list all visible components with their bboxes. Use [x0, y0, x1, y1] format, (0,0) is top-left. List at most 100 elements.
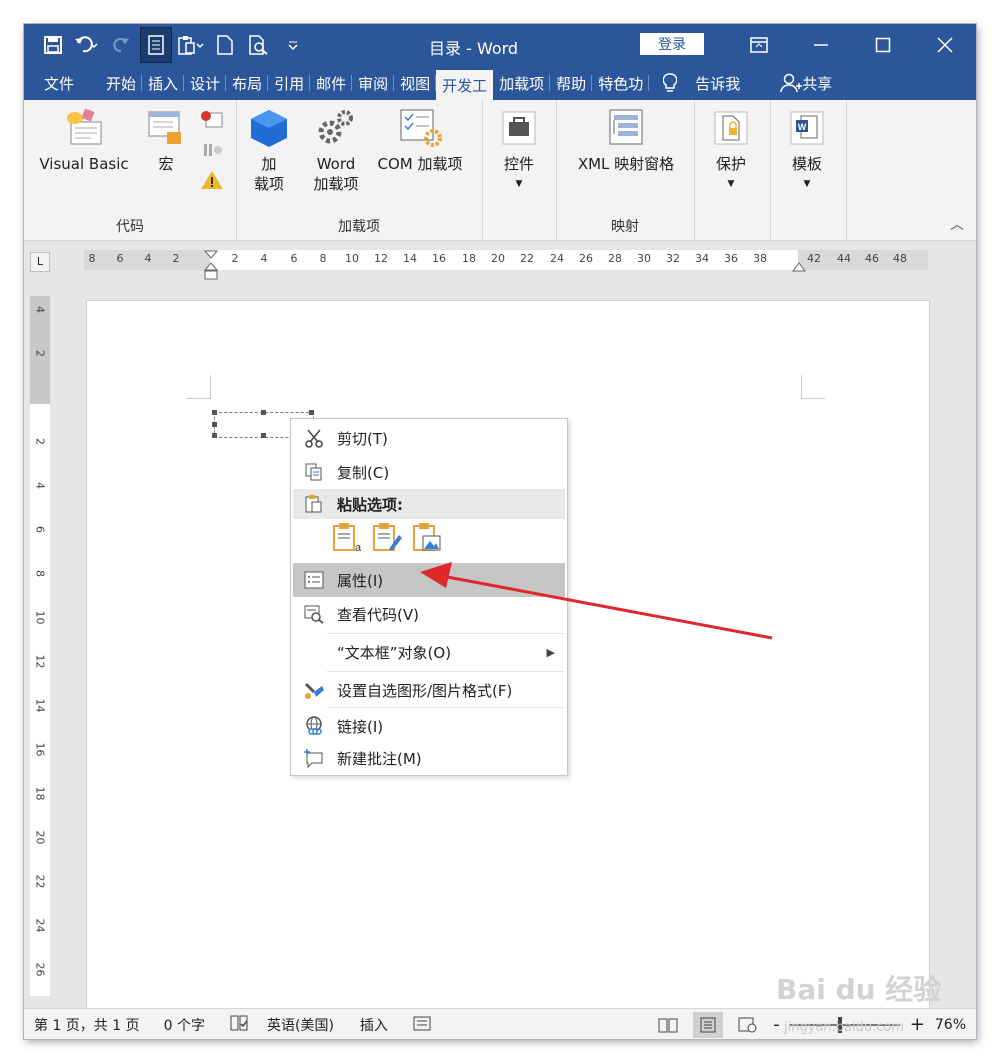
resize-handle[interactable] — [309, 410, 314, 415]
group-mapping: XML 映射窗格 映射 — [556, 100, 695, 240]
page-count[interactable]: 第 1 页，共 1 页 — [34, 1015, 140, 1035]
collapse-ribbon-icon[interactable]: ︿ — [950, 214, 964, 234]
margin-corner-mark — [801, 375, 825, 399]
web-layout-icon[interactable] — [733, 1012, 763, 1038]
macro-security-icon[interactable] — [200, 170, 224, 190]
language-indicator[interactable]: 英语(美国) — [267, 1015, 334, 1035]
zoom-out-button[interactable]: - — [773, 1014, 780, 1035]
indent-marker-icon[interactable] — [204, 250, 218, 284]
vertical-ruler[interactable]: 4 2 2 4 6 8 10 12 14 16 18 20 22 24 26 — [30, 296, 50, 996]
ruler-tick: 8 — [33, 570, 47, 577]
view-code-icon — [299, 602, 329, 626]
ruler-tick: 4 — [33, 306, 47, 313]
record-macro-icon[interactable] — [200, 110, 224, 130]
paste-icon — [299, 492, 329, 516]
addins-label-line1: 加 — [261, 155, 277, 173]
context-menu: 剪切(T) 复制(C) 粘贴选项: a 属性(I) 查看代码(V) “文本框”对… — [290, 418, 568, 776]
ruler-tick: 12 — [374, 252, 388, 265]
tab-insert[interactable]: 插入 — [142, 66, 185, 100]
resize-handle[interactable] — [261, 433, 266, 438]
xml-mapping-icon — [609, 109, 643, 145]
templates-button[interactable]: W 模板 ▼ — [782, 108, 832, 194]
menu-item-copy[interactable]: 复制(C) — [293, 455, 565, 489]
tab-references[interactable]: 引用 — [268, 66, 311, 100]
tab-selector-icon[interactable]: L — [30, 252, 50, 272]
maximize-icon[interactable] — [852, 24, 914, 66]
undo-icon[interactable] — [72, 30, 102, 60]
ribbon-display-icon[interactable] — [728, 24, 790, 66]
tab-developer[interactable]: 开发工 — [436, 70, 494, 100]
redo-icon[interactable] — [106, 30, 136, 60]
lightbulb-icon[interactable] — [649, 66, 683, 100]
menu-item-new-comment[interactable]: 新建批注(M) — [293, 741, 565, 775]
right-indent-marker-icon[interactable] — [792, 260, 806, 272]
xml-mapping-pane-button[interactable]: XML 映射窗格 — [566, 108, 686, 174]
tab-home[interactable]: 开始 — [100, 66, 143, 100]
close-icon[interactable] — [914, 24, 976, 66]
macro-recording-icon[interactable] — [412, 1014, 432, 1036]
ruler-tick: 2 — [33, 438, 47, 445]
tab-review[interactable]: 审阅 — [352, 66, 395, 100]
tab-view[interactable]: 视图 — [394, 66, 437, 100]
resize-handle[interactable] — [212, 433, 217, 438]
group-addins-label: 加载项 — [338, 219, 380, 235]
tab-help[interactable]: 帮助 — [550, 66, 593, 100]
xml-mapping-label: XML 映射窗格 — [577, 155, 675, 173]
menu-item-link[interactable]: 链接(I) — [293, 709, 565, 743]
resize-handle[interactable] — [212, 410, 217, 415]
picture-paste-icon[interactable] — [411, 521, 443, 553]
menu-item-label: 设置自选图形/图片格式(F) — [337, 681, 513, 700]
controls-button[interactable]: 控件 ▼ — [494, 108, 544, 194]
quick-access-toolbar — [38, 24, 308, 66]
tab-addins[interactable]: 加载项 — [493, 66, 551, 100]
resize-handle[interactable] — [261, 410, 266, 415]
paste-dropdown-icon[interactable] — [176, 30, 206, 60]
insert-mode[interactable]: 插入 — [360, 1015, 388, 1035]
menu-item-format-shape[interactable]: 设置自选图形/图片格式(F) — [293, 673, 565, 707]
print-layout-icon[interactable] — [693, 1011, 724, 1038]
ruler-tick: 48 — [893, 252, 907, 265]
tab-mailings[interactable]: 邮件 — [310, 66, 353, 100]
menu-item-label: “文本框”对象(O) — [337, 643, 452, 662]
word-template-icon: W — [790, 111, 824, 145]
com-addins-button[interactable]: COM 加载项 — [366, 108, 474, 174]
read-mode-icon[interactable] — [653, 1012, 683, 1038]
visual-basic-button[interactable]: Visual Basic — [34, 108, 134, 174]
minimize-icon[interactable] — [790, 24, 852, 66]
tab-special[interactable]: 特色功 — [592, 66, 650, 100]
protect-button[interactable]: 保护 ▼ — [706, 108, 756, 194]
merge-formatting-icon[interactable] — [371, 521, 403, 553]
customize-qat-icon[interactable] — [278, 30, 308, 60]
pause-recording-icon[interactable] — [200, 140, 224, 160]
tell-me-box[interactable]: 告诉我 — [683, 66, 746, 100]
login-button[interactable]: 登录 — [640, 33, 704, 55]
save-icon[interactable] — [38, 30, 68, 60]
design-mode-icon[interactable] — [140, 27, 172, 63]
resize-handle[interactable] — [212, 422, 217, 427]
protect-label: 保护 — [715, 155, 746, 173]
proofing-icon[interactable] — [229, 1014, 249, 1036]
ruler-tick: 18 — [33, 786, 47, 801]
menu-item-view-code[interactable]: 查看代码(V) — [293, 597, 565, 631]
zoom-in-button[interactable]: + — [910, 1014, 925, 1035]
print-preview-icon[interactable] — [244, 30, 274, 60]
menu-item-cut[interactable]: 剪切(T) — [293, 421, 565, 455]
macro-small-buttons — [200, 110, 228, 194]
word-count[interactable]: 0 个字 — [164, 1015, 205, 1035]
menu-item-properties[interactable]: 属性(I) — [293, 563, 565, 597]
tab-file[interactable]: 文件 — [24, 66, 100, 100]
ruler-tick: 32 — [666, 252, 680, 265]
horizontal-ruler[interactable]: 8 6 4 2 2 4 6 8 10 12 14 16 18 20 22 24 26 28 30 32 34 36 38 42… — [84, 250, 928, 280]
menu-item-textbox-object[interactable]: “文本框”对象(O) ▶ — [293, 635, 565, 669]
tab-layout[interactable]: 布局 — [226, 66, 269, 100]
tab-design[interactable]: 设计 — [184, 66, 227, 100]
ruler-tick: 6 — [290, 252, 298, 265]
word-addins-label-line2: 加载项 — [313, 175, 359, 193]
word-addins-button[interactable]: Word 加载项 — [308, 108, 364, 194]
zoom-level[interactable]: 76% — [935, 1017, 966, 1033]
share-button[interactable]: 共享 — [746, 66, 838, 100]
macro-button[interactable]: 宏 — [140, 108, 192, 174]
new-document-icon[interactable] — [210, 30, 240, 60]
keep-source-formatting-icon[interactable]: a — [331, 521, 363, 553]
addins-button[interactable]: 加 载项 — [244, 108, 294, 194]
